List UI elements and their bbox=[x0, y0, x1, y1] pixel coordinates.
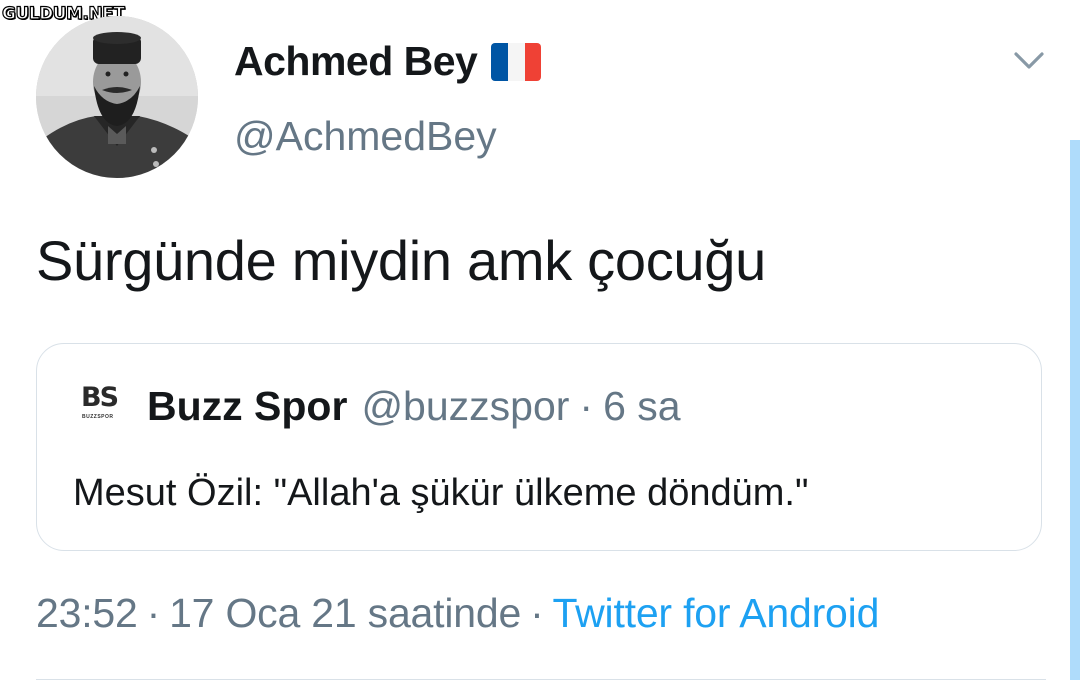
user-handle[interactable]: @AchmedBey bbox=[234, 113, 497, 160]
tweet-date: 17 Oca 21 saatinde bbox=[169, 590, 522, 636]
scrollbar[interactable] bbox=[1070, 140, 1080, 680]
display-name[interactable]: Achmed Bey bbox=[234, 38, 542, 85]
separator-dot: · bbox=[146, 590, 161, 636]
quoted-timestamp: 6 sa bbox=[603, 383, 681, 429]
tweet-source-link[interactable]: Twitter for Android bbox=[553, 590, 880, 636]
tweet-time: 23:52 bbox=[36, 590, 138, 636]
quoted-display-name: Buzz Spor bbox=[147, 383, 348, 429]
avatar[interactable] bbox=[36, 16, 198, 178]
quoted-tweet-header: Buzz Spor @buzzspor · 6 sa bbox=[147, 383, 681, 430]
display-name-text: Achmed Bey bbox=[234, 38, 478, 84]
separator-dot: · bbox=[530, 590, 544, 636]
quoted-account-logo: BS BUZZSPOR bbox=[81, 382, 119, 421]
quoted-tweet-text: Mesut Özil: "Allah'a şükür ülkeme döndüm… bbox=[73, 472, 809, 514]
tweet-metadata: 23:52 · 17 Oca 21 saatinde · Twitter for And… bbox=[36, 590, 879, 637]
tweet-text: Sürgünde miydin amk çocuğu bbox=[36, 229, 766, 292]
flag-france-icon bbox=[491, 42, 542, 81]
separator-dot: · bbox=[579, 383, 594, 429]
chevron-down-icon[interactable] bbox=[1012, 46, 1046, 74]
avatar-portrait bbox=[36, 16, 198, 178]
quoted-handle: @buzzspor bbox=[361, 383, 570, 429]
quoted-tweet-card[interactable]: BS BUZZSPOR Buzz Spor @buzzspor · 6 sa M… bbox=[36, 343, 1042, 551]
